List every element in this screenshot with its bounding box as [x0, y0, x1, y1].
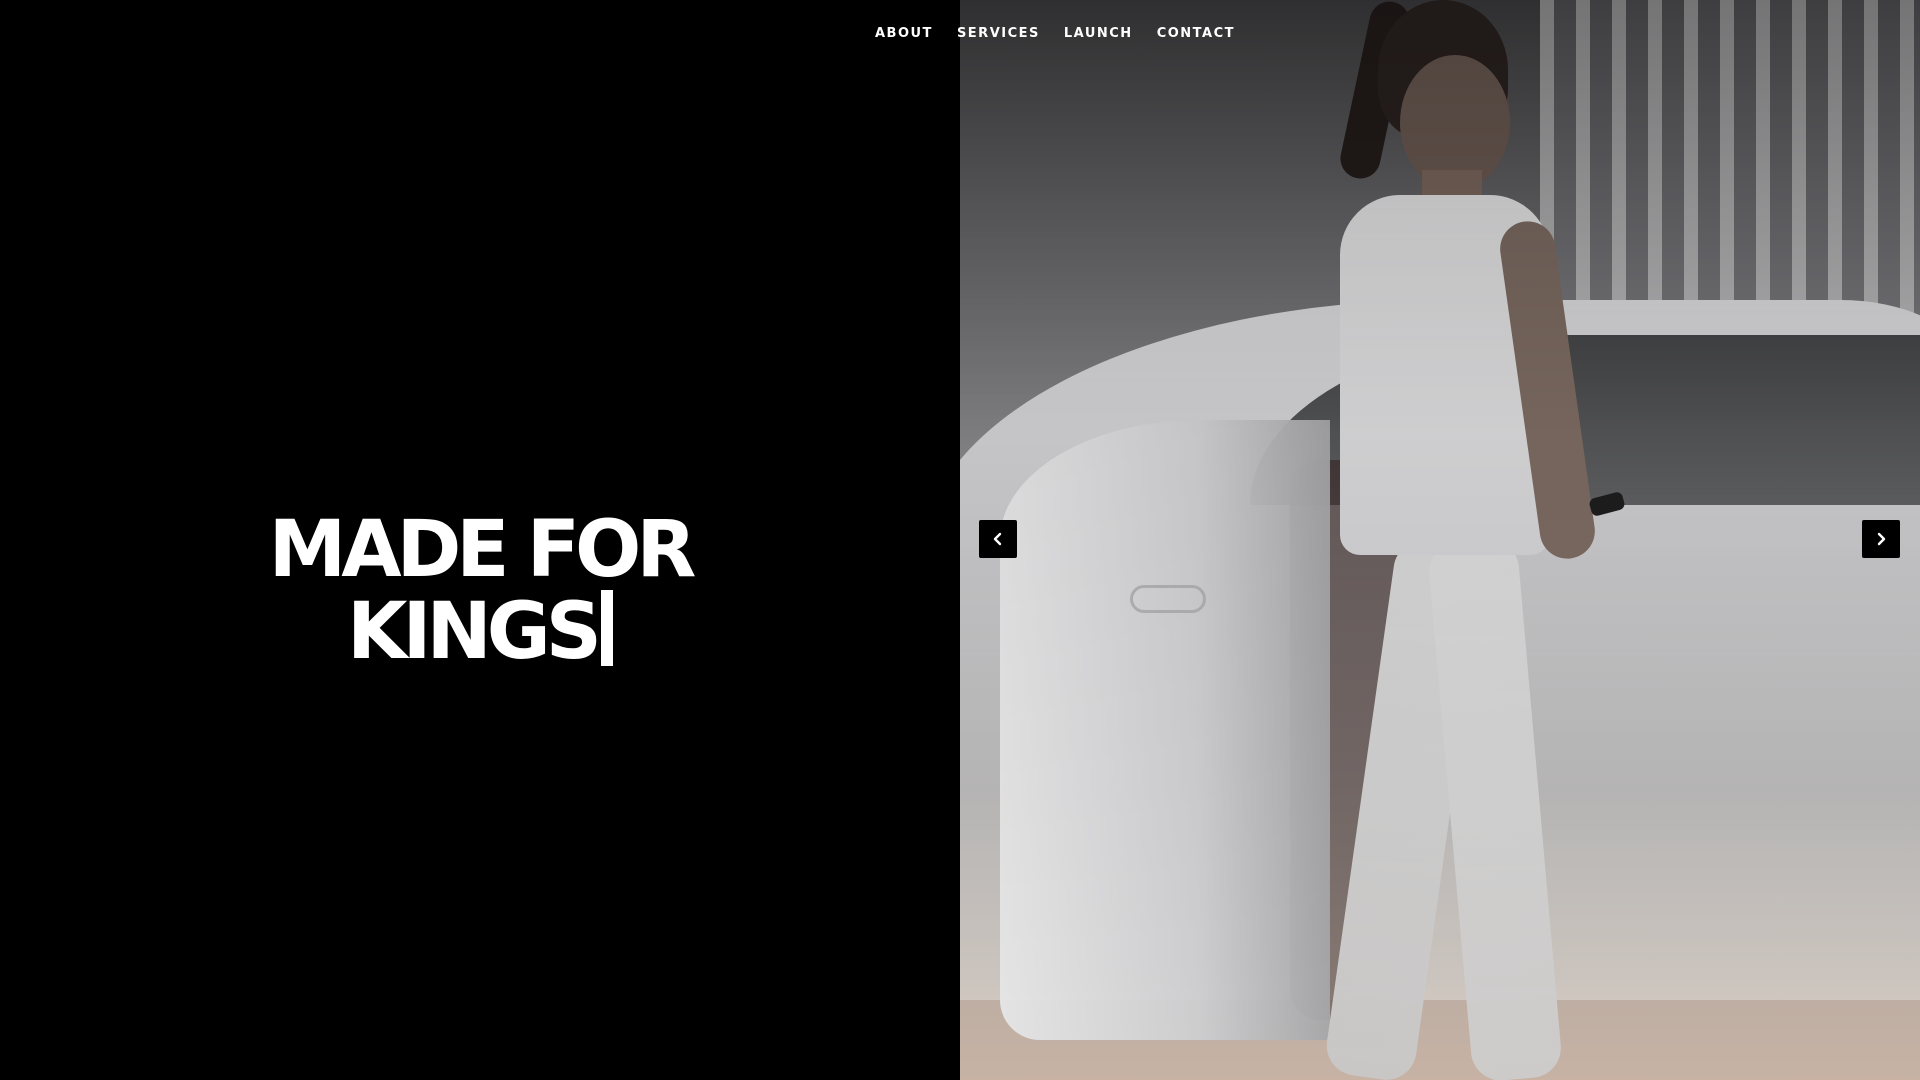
chevron-left-icon — [993, 532, 1002, 546]
text-cursor-icon — [600, 590, 613, 667]
headline-line-2: KINGS — [0, 590, 960, 672]
hero-image — [960, 0, 1920, 1080]
hero-headline: MADE FOR KINGS — [0, 510, 960, 672]
image-overlay — [960, 0, 1920, 1080]
slider-prev-button[interactable] — [979, 520, 1017, 558]
slider-next-button[interactable] — [1862, 520, 1900, 558]
nav-services[interactable]: SERVICES — [957, 24, 1040, 44]
nav-contact[interactable]: CONTACT — [1157, 24, 1235, 44]
main-nav: ABOUT SERVICES LAUNCH CONTACT — [0, 24, 1920, 44]
headline-line-1: MADE FOR — [268, 505, 697, 596]
headline-line-2-text: KINGS — [347, 587, 602, 678]
chevron-right-icon — [1877, 532, 1886, 546]
nav-about[interactable]: ABOUT — [875, 24, 933, 44]
landing-page: ABOUT SERVICES LAUNCH CONTACT MADE FOR K… — [0, 0, 1920, 1080]
nav-launch[interactable]: LAUNCH — [1064, 24, 1133, 44]
